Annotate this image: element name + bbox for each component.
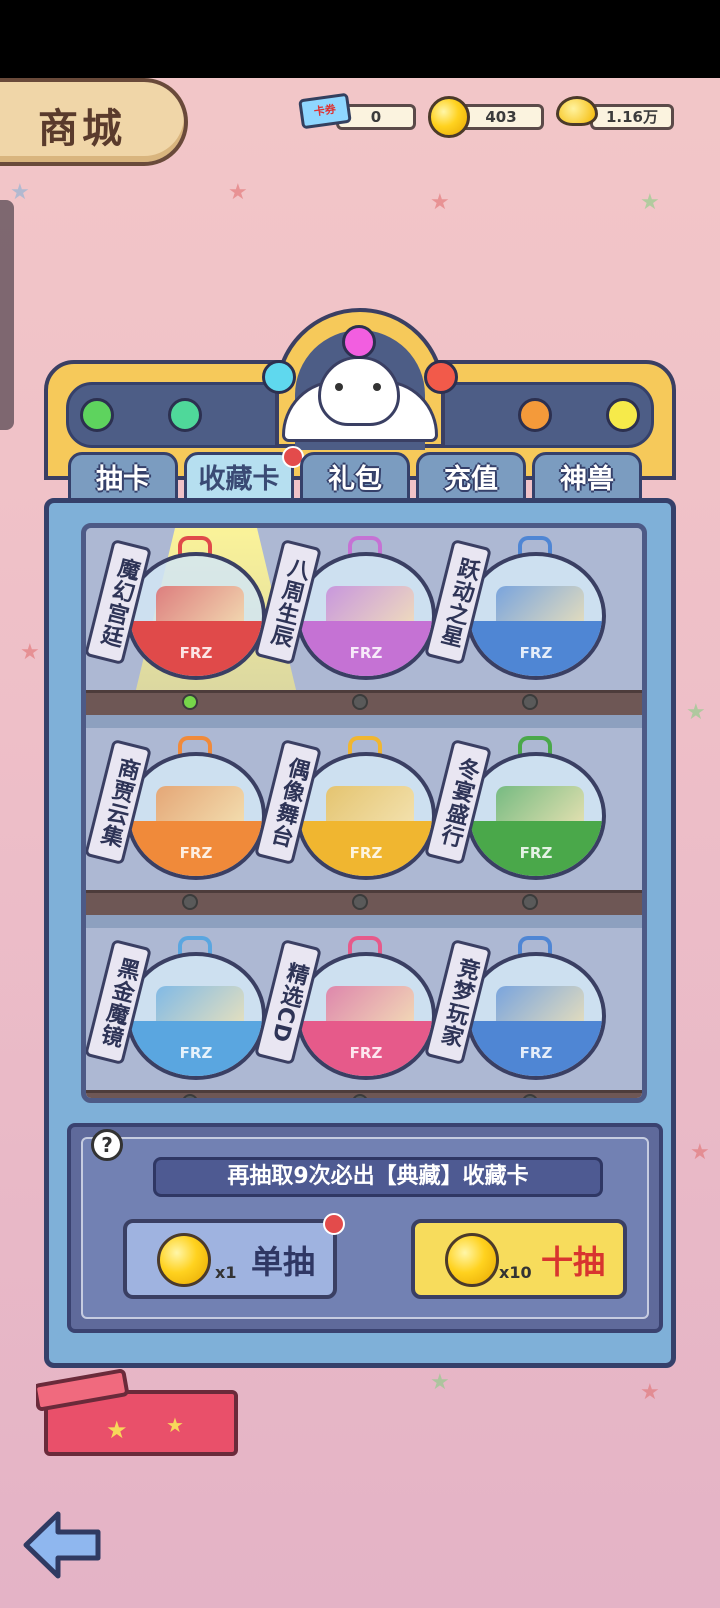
light-bulb [262, 360, 296, 394]
svg-text:★: ★ [166, 1413, 184, 1437]
gold-coin-icon [428, 96, 470, 138]
selection-indicator [352, 894, 368, 910]
star-decoration: ★ [690, 1140, 710, 1165]
star-decoration: ★ [430, 190, 450, 215]
capsule-ball: FRZ [296, 752, 436, 880]
help-button[interactable]: ? [91, 1129, 123, 1161]
coin-value: 403 [458, 104, 544, 130]
single-draw-label: 单抽 [251, 1243, 316, 1281]
draw-multiplier: x10 [499, 1263, 532, 1282]
light-bulb [342, 325, 376, 359]
star-decoration: ★ [228, 180, 248, 205]
star-decoration: ★ [20, 640, 40, 665]
capsule-brand: FRZ [349, 844, 383, 862]
guarantee-notice: 再抽取9次必出【典藏】收藏卡 [153, 1157, 603, 1197]
capsule-cabinet: FRZ 魔幻宫廷 FRZ 八周生辰 FRZ 跃动之星 FRZ 商贾云集 FRZ 偶像舞台 FRZ 冬宴… [44, 498, 676, 1368]
draw-panel: ? 再抽取9次必出【典藏】收藏卡 x1 单抽 x10 十抽 [67, 1123, 663, 1333]
selection-indicator [352, 694, 368, 710]
star-decoration: ★ [640, 190, 660, 215]
selection-indicator [182, 1094, 198, 1098]
capsule-item[interactable]: FRZ 八周生辰 [254, 536, 436, 686]
light-bulb [424, 360, 458, 394]
selection-indicator [352, 1094, 368, 1098]
single-draw-button[interactable]: x1 单抽 [123, 1219, 337, 1299]
capsule-ball: FRZ [466, 952, 606, 1080]
ingot-counter[interactable]: 1.16万 [556, 96, 676, 132]
capsule-ball: FRZ [126, 752, 266, 880]
capsule-brand: FRZ [349, 1044, 383, 1062]
capsule-brand: FRZ [519, 1044, 553, 1062]
capsule-brand: FRZ [519, 644, 553, 662]
capsule-item[interactable]: FRZ 魔幻宫廷 [86, 536, 266, 686]
capsule-item[interactable]: FRZ 商贾云集 [86, 736, 266, 886]
light-bulb [518, 398, 552, 432]
star-decoration: ★ [430, 1370, 450, 1395]
capsule-item[interactable]: FRZ 精选CD [254, 936, 436, 1086]
capsule-brand: FRZ [179, 644, 213, 662]
capsule-ball: FRZ [126, 552, 266, 680]
gift-box-decoration: ★ ★ [36, 1369, 238, 1456]
status-bar [0, 0, 720, 78]
selection-indicator [522, 1094, 538, 1098]
capsule-item[interactable]: FRZ 跃动之星 [424, 536, 606, 686]
capsule-ball: FRZ [466, 752, 606, 880]
side-drawer-handle[interactable] [0, 200, 14, 430]
ingot-value: 1.16万 [590, 104, 674, 130]
capsule-item[interactable]: FRZ 冬宴盛行 [424, 736, 606, 886]
draw-multiplier: x1 [215, 1263, 237, 1282]
capsule-item[interactable]: FRZ 竞梦玩家 [424, 936, 606, 1086]
ticket-counter[interactable]: 0 卡券 [298, 92, 418, 132]
notification-dot [323, 1213, 345, 1235]
selection-indicator [522, 694, 538, 710]
gold-coin-icon [445, 1233, 499, 1287]
capsule-ball: FRZ [296, 952, 436, 1080]
capsule-ball: FRZ [296, 552, 436, 680]
capsule-brand: FRZ [349, 644, 383, 662]
star-decoration: ★ [640, 1380, 660, 1405]
selection-indicator [182, 894, 198, 910]
light-bulb [606, 398, 640, 432]
gold-coin-icon [157, 1233, 211, 1287]
star-decoration: ★ [10, 180, 30, 205]
ten-draw-label: 十抽 [541, 1243, 606, 1281]
capsule-ball: FRZ [466, 552, 606, 680]
cat-mascot [318, 356, 400, 426]
light-bulb [80, 398, 114, 432]
coin-counter[interactable]: 403 [428, 96, 546, 138]
gold-ingot-icon [556, 96, 598, 126]
capsule-brand: FRZ [179, 1044, 213, 1062]
capsule-item[interactable]: FRZ 偶像舞台 [254, 736, 436, 886]
selection-indicator [182, 694, 198, 710]
light-bulb [168, 398, 202, 432]
capsule-brand: FRZ [519, 844, 553, 862]
svg-text:★: ★ [106, 1416, 128, 1444]
capsule-item[interactable]: FRZ 黑金魔镜 [86, 936, 266, 1086]
page-title: 商城 [38, 106, 126, 152]
capsule-brand: FRZ [179, 844, 213, 862]
selection-indicator [522, 894, 538, 910]
back-arrow-icon[interactable] [22, 1508, 104, 1582]
star-decoration: ★ [686, 700, 706, 725]
capsule-display: FRZ 魔幻宫廷 FRZ 八周生辰 FRZ 跃动之星 FRZ 商贾云集 FRZ 偶像舞台 FRZ 冬宴… [81, 523, 647, 1103]
ten-draw-button[interactable]: x10 十抽 [411, 1219, 627, 1299]
page-title-tab: 商城 [0, 78, 188, 166]
capsule-ball: FRZ [126, 952, 266, 1080]
